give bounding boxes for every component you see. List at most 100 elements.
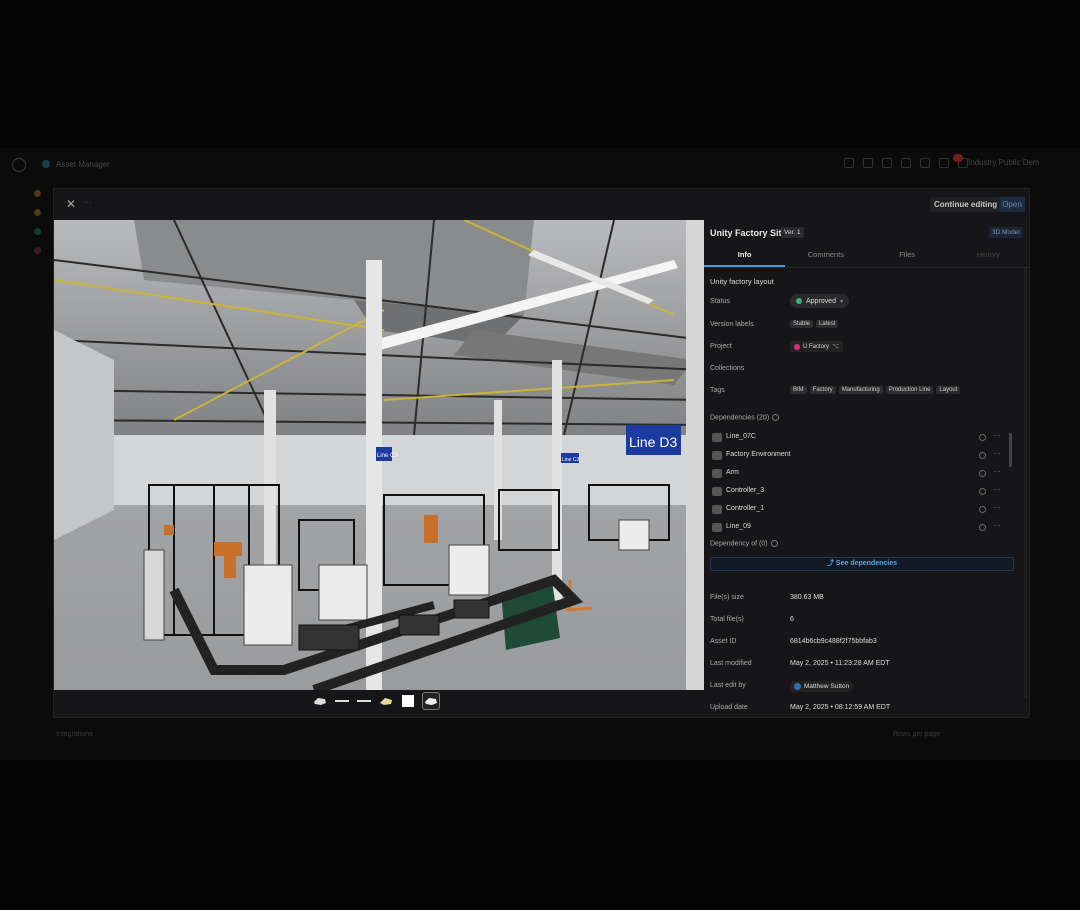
collections-label: Collections bbox=[710, 365, 745, 372]
sidebar-dot bbox=[34, 190, 41, 197]
shield-icon bbox=[844, 158, 854, 168]
file-size-label: File(s) size bbox=[710, 594, 744, 601]
render-mode-line-icon[interactable] bbox=[356, 693, 372, 709]
version-labels-label: Version labels bbox=[710, 321, 754, 328]
dependency-name: Arm bbox=[726, 469, 739, 476]
tags-list: BIM Factory Manufacturing Production Lin… bbox=[790, 386, 963, 394]
dependency-name: Controller_3 bbox=[726, 487, 765, 494]
list-item[interactable]: Factory Environment ··· bbox=[710, 448, 1010, 466]
dependency-name: Line_09 bbox=[726, 523, 751, 530]
tag-chip[interactable]: BIM bbox=[790, 386, 807, 394]
asset-preview-modal: ✕ ··· Continue editing Open Line D3 Line… bbox=[53, 188, 1030, 718]
info-icon[interactable] bbox=[772, 414, 780, 421]
dependency-name: Controller_1 bbox=[726, 505, 765, 512]
org-name: Industry Public Dem bbox=[968, 158, 1040, 167]
model-icon bbox=[712, 523, 722, 532]
asset-id-label: Asset ID bbox=[710, 638, 737, 645]
more-icon[interactable]: ··· bbox=[993, 449, 1001, 458]
app-icon bbox=[42, 160, 50, 168]
asset-type-badge: 3D Model bbox=[989, 227, 1023, 238]
tab-history[interactable]: History bbox=[948, 247, 1029, 267]
chevron-down-icon: ▾ bbox=[839, 298, 843, 305]
notification-badge bbox=[953, 154, 963, 162]
version-pill: Ver. 1 bbox=[781, 227, 804, 238]
modal-header: ✕ ··· Continue editing Open bbox=[54, 189, 1029, 219]
integrations-link: Integrations bbox=[56, 731, 93, 738]
project-chip[interactable]: U Factory ⌥ bbox=[790, 341, 843, 352]
close-icon[interactable]: ✕ bbox=[64, 197, 78, 211]
project-icon bbox=[794, 343, 800, 350]
info-icon[interactable] bbox=[979, 452, 986, 459]
info-icon[interactable] bbox=[979, 470, 986, 477]
see-dependencies-button[interactable]: ⤴ See dependencies bbox=[710, 557, 1014, 571]
more-icon[interactable]: ··· bbox=[993, 503, 1001, 512]
upload-date-value: May 2, 2025 • 08:12:59 AM EDT bbox=[790, 704, 891, 711]
tag-chip[interactable]: Manufacturing bbox=[838, 386, 883, 394]
help-icon bbox=[882, 158, 892, 168]
list-item[interactable]: Arm ··· bbox=[710, 466, 1010, 484]
status-dropdown[interactable]: Approved ▾ bbox=[790, 294, 849, 308]
list-item[interactable]: Line_09 ··· bbox=[710, 520, 1010, 538]
asset-description: Unity factory layout bbox=[710, 277, 774, 286]
grid-icon bbox=[939, 158, 949, 168]
tab-info[interactable]: Info bbox=[704, 247, 786, 267]
dependencies-label: Dependencies (20) bbox=[710, 414, 780, 422]
background-sidebar bbox=[34, 190, 44, 266]
last-modified-label: Last modified bbox=[710, 660, 752, 667]
open-button[interactable]: Open bbox=[999, 197, 1025, 212]
last-edit-by-value: Matthew Sutton bbox=[804, 683, 850, 690]
version-labels-list: Stable Latest bbox=[790, 320, 841, 328]
dependencies-count-label: Dependencies (20) bbox=[710, 414, 770, 422]
dependency-name: Factory Environment bbox=[726, 451, 791, 458]
status-value: Approved bbox=[806, 297, 836, 305]
users-icon bbox=[863, 158, 873, 168]
sidebar-dot bbox=[34, 228, 41, 235]
model-icon bbox=[712, 469, 722, 478]
continue-editing-button[interactable]: Continue editing bbox=[930, 197, 1002, 212]
3d-viewer[interactable]: Line D3 Line C3 Line C3 bbox=[54, 220, 704, 690]
factory-scene: Line D3 Line C3 Line C3 bbox=[54, 220, 704, 690]
info-icon[interactable] bbox=[979, 488, 986, 495]
info-icon[interactable] bbox=[979, 506, 986, 513]
bookmark-icon bbox=[901, 158, 911, 168]
model-icon bbox=[712, 451, 722, 460]
render-mode-shaded-icon[interactable] bbox=[312, 693, 328, 709]
list-item[interactable]: Controller_1 ··· bbox=[710, 502, 1010, 520]
more-icon[interactable]: ··· bbox=[993, 521, 1001, 530]
render-mode-textured-icon[interactable] bbox=[378, 693, 394, 709]
sign-line-d3: Line D3 bbox=[629, 434, 677, 450]
user-chip[interactable]: Matthew Sutton bbox=[790, 681, 854, 692]
total-files-value: 6 bbox=[790, 616, 794, 623]
tag-chip[interactable]: Production Line bbox=[885, 386, 934, 394]
panel-scrollbar[interactable] bbox=[1024, 268, 1027, 698]
more-icon[interactable]: ··· bbox=[993, 467, 1001, 476]
avatar bbox=[794, 683, 801, 690]
rows-per-page-label: Rows per page bbox=[893, 731, 941, 738]
list-item[interactable]: Controller_3 ··· bbox=[710, 484, 1010, 502]
dependency-of-count-label: Dependency of (0) bbox=[710, 540, 768, 548]
more-icon[interactable]: ··· bbox=[993, 485, 1001, 494]
list-item[interactable]: Line_07C ··· bbox=[710, 430, 1010, 448]
tag-chip[interactable]: Layout bbox=[936, 386, 961, 394]
render-mode-wire-icon[interactable] bbox=[334, 693, 350, 709]
more-options-icon[interactable]: ··· bbox=[82, 197, 92, 208]
more-icon[interactable]: ··· bbox=[993, 431, 1001, 440]
version-label-chip[interactable]: Latest bbox=[816, 320, 839, 328]
tags-label: Tags bbox=[710, 387, 725, 394]
sidebar-dot bbox=[34, 209, 41, 216]
render-mode-lit-icon[interactable] bbox=[422, 692, 440, 710]
tab-files[interactable]: Files bbox=[867, 247, 948, 267]
tab-comments[interactable]: Comments bbox=[785, 247, 866, 267]
sidebar-dot bbox=[34, 247, 41, 254]
info-tabs: Info Comments Files History bbox=[704, 247, 1029, 268]
render-mode-solid-icon[interactable] bbox=[400, 693, 416, 709]
topbar-icons bbox=[844, 158, 968, 168]
info-icon[interactable] bbox=[979, 524, 986, 531]
info-icon[interactable] bbox=[770, 540, 778, 547]
version-label-chip[interactable]: Stable bbox=[790, 320, 814, 328]
info-icon[interactable] bbox=[979, 434, 986, 441]
last-modified-value: May 2, 2025 • 11:23:28 AM EDT bbox=[790, 660, 890, 667]
tag-chip[interactable]: Factory bbox=[809, 386, 836, 394]
dependencies-scrollbar[interactable] bbox=[1009, 433, 1012, 467]
project-value: U Factory bbox=[803, 343, 830, 350]
